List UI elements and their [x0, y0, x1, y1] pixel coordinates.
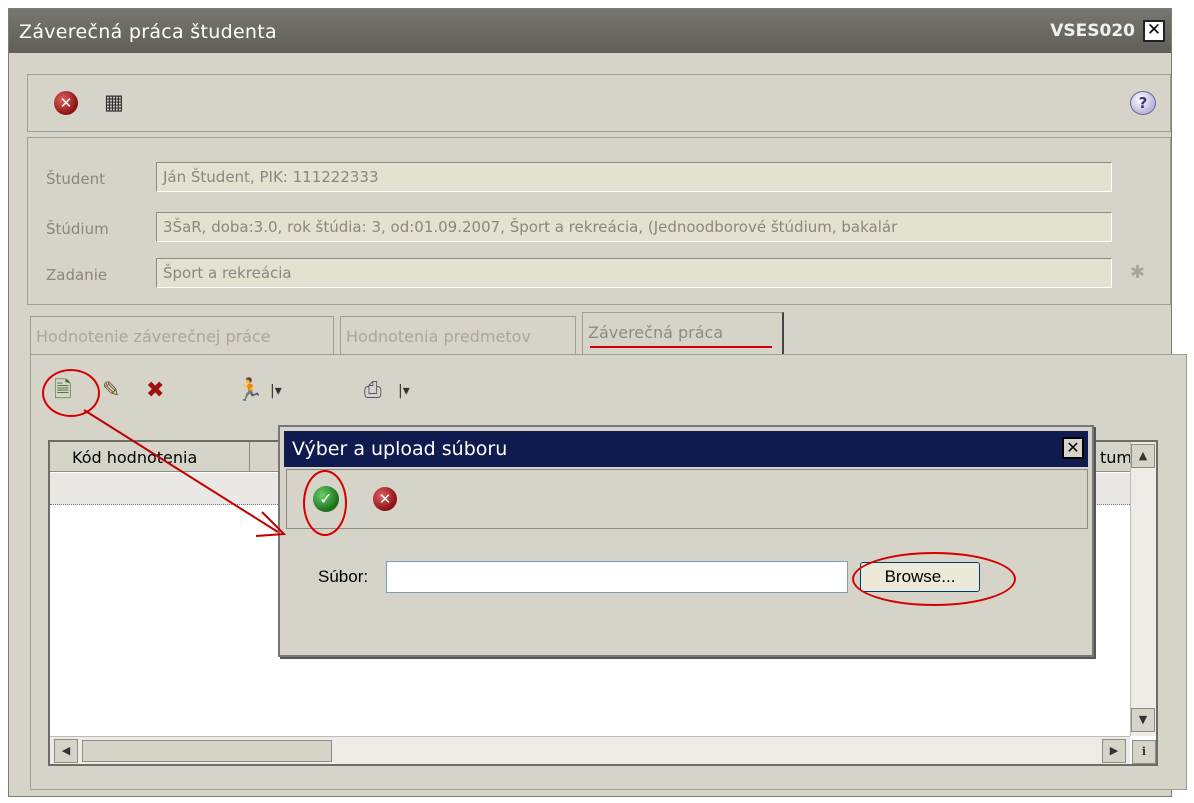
annotation-arrow — [83, 409, 287, 537]
